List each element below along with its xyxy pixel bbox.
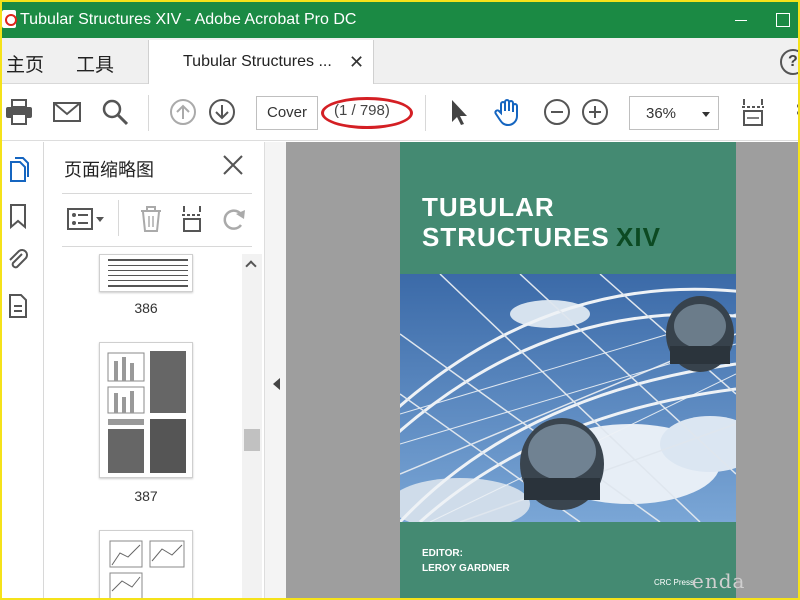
page-thumbnails-icon[interactable]	[6, 156, 30, 184]
zoom-value: 36%	[646, 105, 677, 122]
zoom-select[interactable]: 36%	[629, 96, 719, 130]
ferris-wheel-photo	[400, 274, 736, 522]
toolbar-separator	[425, 95, 426, 131]
more-icon[interactable]	[784, 97, 800, 127]
tab-label: Tubular Structures ...	[183, 53, 332, 70]
menu-bar: 主页 工具 Tubular Structures ... ✕ ?	[2, 38, 798, 84]
bookmark-icon[interactable]	[6, 202, 30, 230]
navigation-rail	[2, 142, 44, 598]
panel-title: 页面缩略图	[64, 160, 154, 181]
menu-home[interactable]: 主页	[6, 50, 44, 77]
cursor-icon[interactable]	[444, 97, 474, 127]
panel-divider	[62, 193, 252, 194]
watermark: enda	[692, 569, 746, 593]
scrollbar-thumb[interactable]	[244, 429, 260, 451]
fit-page-icon[interactable]	[738, 97, 768, 127]
panel-splitter[interactable]	[264, 142, 286, 598]
document-icon[interactable]	[6, 292, 30, 320]
arrow-up-icon[interactable]	[168, 97, 198, 127]
page-number-input[interactable]: Cover	[256, 96, 318, 130]
thumbnails-scrollbar[interactable]	[242, 254, 262, 598]
close-icon[interactable]	[222, 154, 244, 176]
cover-title-line1: TUBULAR	[422, 192, 555, 222]
arrow-down-icon[interactable]	[207, 97, 237, 127]
page-thumbnail-388[interactable]	[99, 530, 193, 598]
thumbnail-chart-image	[109, 540, 185, 598]
zoom-out-icon[interactable]	[542, 97, 572, 127]
thumbnails-panel: 页面缩略图 386 387	[44, 142, 264, 598]
panel-separator	[118, 200, 119, 236]
maximize-button[interactable]	[772, 10, 796, 30]
tab-close-icon[interactable]: ✕	[349, 52, 364, 73]
hand-icon[interactable]	[492, 97, 522, 127]
cover-editor-name: LEROY GARDNER	[422, 563, 510, 574]
email-icon[interactable]	[52, 97, 82, 127]
page-thumbnail-386[interactable]	[99, 254, 193, 292]
capsule-lower	[520, 418, 604, 510]
attachment-icon[interactable]	[6, 246, 30, 274]
toolbar-separator	[148, 95, 149, 131]
menu-tools[interactable]: 工具	[76, 50, 114, 77]
panel-divider	[62, 246, 252, 247]
zoom-in-icon[interactable]	[580, 97, 610, 127]
thumbnail-table-image	[108, 259, 188, 287]
book-cover-page: TUBULAR STRUCTURES XIV EDITOR: LEROY GAR…	[400, 142, 736, 598]
thumbnail-page-image	[107, 351, 186, 473]
thumbnail-page-number: 387	[134, 488, 158, 504]
cover-editor-label: EDITOR:	[422, 548, 463, 559]
thumbnail-page-number: 386	[134, 300, 158, 316]
highlight-oval	[321, 97, 413, 129]
options-menu-icon[interactable]	[66, 204, 106, 234]
acrobat-icon	[2, 10, 17, 28]
document-tab[interactable]: Tubular Structures ... ✕	[148, 40, 374, 84]
rotate-icon[interactable]	[220, 204, 250, 234]
trash-icon[interactable]	[136, 204, 166, 234]
collapse-panel-icon[interactable]	[273, 378, 280, 390]
toolbar: Cover (1 / 798) 36%	[2, 85, 798, 141]
minimize-button[interactable]	[730, 10, 754, 30]
search-icon[interactable]	[100, 97, 130, 127]
title-bar: Tubular Structures XIV - Adobe Acrobat P…	[2, 2, 798, 38]
cover-title-line2: STRUCTURES	[422, 222, 610, 252]
window-title: Tubular Structures XIV - Adobe Acrobat P…	[20, 11, 357, 28]
scroll-up-icon[interactable]	[245, 260, 257, 272]
publisher-logo: CRC Press	[654, 578, 695, 587]
page-thumbnail-387[interactable]	[99, 342, 193, 478]
capsule-upper	[666, 296, 734, 372]
cover-title-roman: XIV	[616, 222, 661, 252]
insert-page-icon[interactable]	[178, 204, 208, 234]
app-window: Tubular Structures XIV - Adobe Acrobat P…	[0, 0, 800, 600]
help-icon[interactable]: ?	[780, 49, 798, 75]
chevron-down-icon	[702, 112, 710, 117]
print-icon[interactable]	[4, 97, 34, 127]
document-view[interactable]: TUBULAR STRUCTURES XIV EDITOR: LEROY GAR…	[286, 142, 798, 598]
